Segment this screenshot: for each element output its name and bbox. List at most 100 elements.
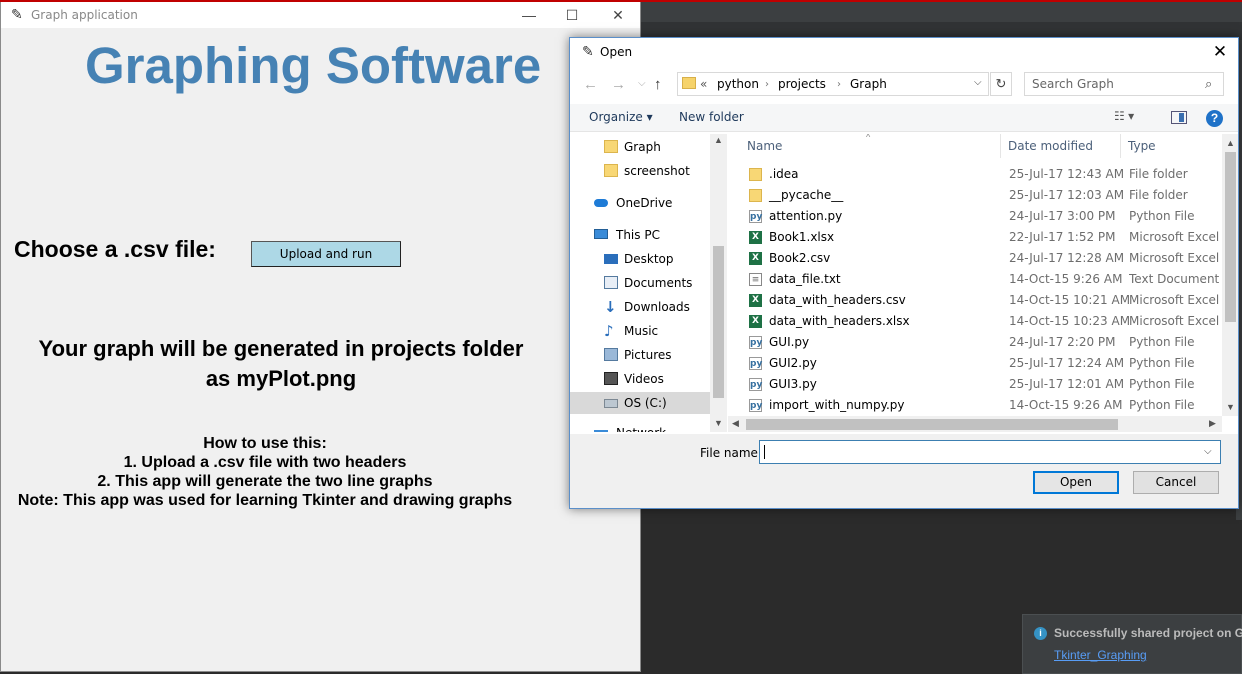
file-name: Book1.xlsx bbox=[769, 230, 835, 244]
file-list-horizontal-scrollbar[interactable]: ◀ ▶ bbox=[728, 416, 1222, 432]
scrollbar-thumb[interactable] bbox=[746, 419, 1118, 430]
breadcrumb-graph[interactable]: Graph bbox=[850, 77, 887, 91]
file-row[interactable]: py GUI3.py 25-Jul-17 12:01 AM Python File bbox=[728, 374, 1222, 395]
file-row[interactable]: py attention.py 24-Jul-17 3:00 PM Python Fi… bbox=[728, 206, 1222, 227]
open-button[interactable]: Open bbox=[1033, 471, 1119, 494]
file-name: GUI.py bbox=[769, 335, 810, 349]
search-input[interactable] bbox=[1025, 73, 1201, 95]
search-icon[interactable]: ⌕ bbox=[1205, 76, 1212, 92]
file-row[interactable]: Xdata_with_headers.xlsx 14-Oct-15 10:23 A… bbox=[728, 311, 1223, 332]
column-divider[interactable] bbox=[1000, 134, 1001, 158]
scroll-up-arrow-icon[interactable]: ▲ bbox=[1226, 138, 1235, 148]
feather-icon: ✎ bbox=[11, 6, 23, 22]
python-file-icon: py bbox=[749, 210, 763, 223]
column-divider[interactable] bbox=[1120, 134, 1121, 158]
file-type: Microsoft Excel W bbox=[1129, 230, 1223, 244]
file-row[interactable]: __pycache__ 25-Jul-17 12:03 AM File folder bbox=[728, 185, 1222, 206]
nav-item-label: OS (C:) bbox=[624, 396, 667, 410]
scroll-left-arrow-icon[interactable]: ◀ bbox=[732, 418, 739, 429]
file-row[interactable]: X Book2.csv 24-Jul-17 12:28 AM Microsoft Ex… bbox=[728, 248, 1223, 269]
breadcrumb-overflow[interactable]: « bbox=[700, 77, 707, 91]
file-name-input[interactable] bbox=[760, 441, 1200, 463]
sort-ascending-icon: ^ bbox=[866, 134, 871, 142]
back-arrow-icon[interactable]: ← bbox=[583, 76, 598, 93]
file-date-modified: 14-Oct-15 9:26 AM bbox=[1009, 272, 1123, 286]
nav-item-downloads[interactable]: ↓ Downloads bbox=[570, 296, 710, 318]
nav-item-screenshot[interactable]: screenshot bbox=[592, 160, 728, 182]
close-button[interactable]: ✕ bbox=[598, 4, 638, 26]
nav-item-label: Desktop bbox=[624, 252, 674, 266]
maximize-button[interactable]: ☐ bbox=[552, 4, 592, 26]
nav-item-os-c[interactable]: OS (C:) bbox=[570, 392, 710, 414]
view-options-button[interactable]: ☷ ▾ bbox=[1114, 109, 1134, 123]
preview-pane-icon[interactable] bbox=[1171, 111, 1187, 124]
file-type: Microsoft Excel W bbox=[1129, 314, 1223, 328]
file-date-modified: 14-Oct-15 10:21 AM bbox=[1009, 293, 1131, 307]
file-row[interactable]: ≡ data_file.txt 14-Oct-15 9:26 AM Text Docu… bbox=[728, 269, 1222, 290]
dialog-close-button[interactable]: ✕ bbox=[1202, 40, 1238, 64]
nav-item-desktop[interactable]: Desktop bbox=[570, 248, 710, 270]
nav-item-music[interactable]: ♪ Music bbox=[570, 320, 710, 342]
file-type: Microsoft Excel C bbox=[1129, 251, 1223, 265]
file-name: import_with_numpy.py bbox=[769, 398, 905, 412]
network-icon bbox=[594, 430, 608, 432]
scrollbar-thumb[interactable] bbox=[1225, 152, 1236, 322]
nav-item-label: Graph bbox=[624, 140, 661, 154]
excel-file-icon: X bbox=[749, 231, 762, 244]
file-row[interactable]: py GUI.py 24-Jul-17 2:20 PM Python File bbox=[728, 332, 1222, 353]
result-info-line2: as myPlot.png bbox=[205, 366, 357, 391]
pictures-icon bbox=[604, 348, 618, 361]
scrollbar-thumb[interactable] bbox=[713, 246, 724, 398]
scroll-down-arrow-icon[interactable]: ▼ bbox=[714, 418, 723, 428]
search-box[interactable]: ⌕ bbox=[1024, 72, 1224, 96]
file-list-vertical-scrollbar[interactable]: ▲ ▼ bbox=[1222, 134, 1238, 416]
minimize-button[interactable]: — bbox=[509, 4, 549, 26]
drive-icon bbox=[604, 399, 618, 408]
python-file-icon: py bbox=[749, 378, 763, 391]
nav-item-documents[interactable]: Documents bbox=[570, 272, 710, 294]
scroll-up-arrow-icon[interactable]: ▲ bbox=[714, 135, 723, 145]
scroll-down-arrow-icon[interactable]: ▼ bbox=[1226, 402, 1235, 412]
new-folder-button[interactable]: New folder bbox=[679, 110, 744, 124]
file-row[interactable]: .idea 25-Jul-17 12:43 AM File folder bbox=[728, 164, 1222, 185]
forward-arrow-icon[interactable]: → bbox=[611, 76, 626, 93]
nav-item-graph[interactable]: Graph bbox=[592, 136, 728, 158]
recent-locations-chevron-icon[interactable]: ⌵ bbox=[638, 78, 646, 89]
dialog-titlebar[interactable]: ✎ Open ✕ bbox=[570, 38, 1238, 66]
upload-and-run-button[interactable]: Upload and run bbox=[251, 241, 401, 267]
choose-file-label: Choose a .csv file: bbox=[14, 236, 216, 262]
scroll-right-arrow-icon[interactable]: ▶ bbox=[1209, 418, 1216, 429]
nav-item-pictures[interactable]: Pictures bbox=[570, 344, 710, 366]
column-header-date-modified[interactable]: Date modified bbox=[1008, 139, 1093, 153]
breadcrumb-separator-icon[interactable]: › bbox=[765, 79, 769, 90]
help-button[interactable]: ? bbox=[1206, 110, 1223, 127]
address-bar[interactable]: « python › projects › Graph ⌵ bbox=[677, 72, 989, 96]
file-name-combobox[interactable]: ⌵ bbox=[759, 440, 1221, 464]
file-row[interactable]: py import_with_numpy.py 14-Oct-15 9:26 AM P… bbox=[728, 395, 1222, 416]
breadcrumb-projects[interactable]: projects bbox=[778, 77, 826, 91]
nav-item-network[interactable]: Network bbox=[570, 422, 710, 432]
nav-pane-scrollbar[interactable]: ▲ ▼ bbox=[710, 134, 727, 432]
nav-item-onedrive[interactable]: OneDrive bbox=[570, 192, 710, 214]
breadcrumb-python[interactable]: python bbox=[717, 77, 759, 91]
file-name: data_file.txt bbox=[769, 272, 841, 286]
file-row[interactable]: X Book1.xlsx 22-Jul-17 1:52 PM Microsoft Ex… bbox=[728, 227, 1223, 248]
graph-application-window: ✎ Graph application — ☐ ✕ Graphing Softw… bbox=[0, 2, 641, 672]
chevron-down-icon[interactable]: ⌵ bbox=[1204, 446, 1212, 457]
cancel-button[interactable]: Cancel bbox=[1133, 471, 1219, 494]
chevron-down-icon[interactable]: ⌵ bbox=[974, 77, 982, 88]
nav-item-videos[interactable]: Videos bbox=[570, 368, 710, 390]
up-arrow-icon[interactable]: ↑ bbox=[654, 76, 662, 93]
column-header-type[interactable]: Type bbox=[1128, 139, 1156, 153]
file-row[interactable]: Xdata_with_headers.csv 14-Oct-15 10:21 AM… bbox=[728, 290, 1223, 311]
organize-button[interactable]: Organize ▾ bbox=[589, 110, 653, 124]
notification-link[interactable]: Tkinter_Graphing bbox=[1054, 648, 1147, 662]
file-row[interactable]: py GUI2.py 25-Jul-17 12:24 AM Python File bbox=[728, 353, 1222, 374]
breadcrumb-separator-icon[interactable]: › bbox=[837, 79, 841, 90]
howto-note: Note: This app was used for learning Tki… bbox=[17, 492, 513, 509]
window-titlebar[interactable]: ✎ Graph application — ☐ ✕ bbox=[1, 2, 640, 28]
nav-item-this-pc[interactable]: This PC bbox=[570, 224, 710, 246]
onedrive-icon bbox=[594, 199, 608, 207]
refresh-button[interactable]: ↻ bbox=[990, 72, 1012, 96]
column-header-name[interactable]: Name bbox=[747, 139, 782, 153]
